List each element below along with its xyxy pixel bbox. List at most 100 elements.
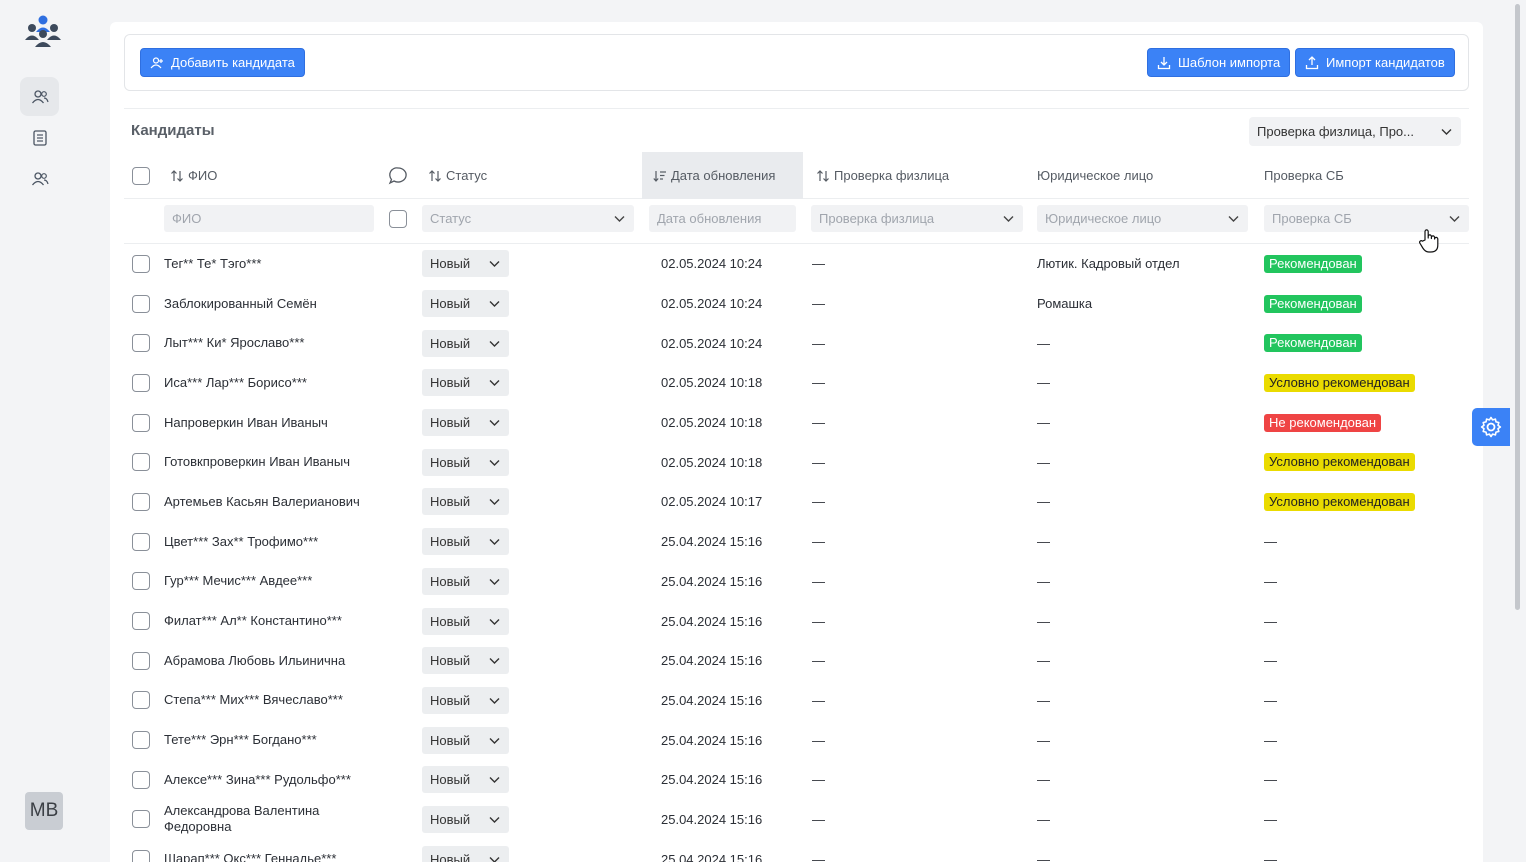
table-row[interactable]: Гур*** Мечис*** Авдее*** Новый 25.04.2024 … [124,562,1469,602]
row-checkbox[interactable] [132,323,150,363]
row-checkbox[interactable] [132,522,150,562]
sb-check-cell: — [1264,681,1277,721]
row-status-select[interactable]: Новый [422,403,509,443]
row-status-select[interactable]: Новый [422,244,509,284]
row-status-value: Новый [430,256,471,272]
header-name[interactable]: ФИО [170,152,217,199]
table-row[interactable]: Филат*** Ал** Константино*** Новый 25.04.2… [124,601,1469,641]
comment-icon[interactable] [388,152,408,199]
candidate-name[interactable]: Тег** Те* Тэго*** [164,244,379,284]
people-group-logo-icon[interactable] [22,14,64,48]
candidate-name[interactable]: Лыт*** Ки* Ярославо*** [164,323,379,363]
table-row[interactable]: Лыт*** Ки* Ярославо*** Новый 02.05.2024 10… [124,323,1469,363]
avatar[interactable]: MB [25,792,63,830]
table-row[interactable]: Тег** Те* Тэго*** Новый 02.05.2024 10:24 — Л… [124,244,1469,284]
table-row[interactable]: Степа*** Мих*** Вячеславо*** Новый 25.04.2… [124,681,1469,721]
row-checkbox[interactable] [132,244,150,284]
nav-documents[interactable] [20,118,59,157]
candidate-name[interactable]: Цвет*** Зах** Трофимо*** [164,522,379,562]
row-status-select[interactable]: Новый [422,720,509,760]
candidate-name[interactable]: Артемьев Касьян Валерианович [164,482,379,522]
row-status-select[interactable]: Новый [422,562,509,602]
row-checkbox[interactable] [132,482,150,522]
candidate-name[interactable]: Напроверкин Иван Иваныч [164,403,379,443]
row-status-select[interactable]: Новый [422,760,509,800]
candidate-name[interactable]: Алексе*** Зина*** Рудольфо*** [164,760,379,800]
table-body: Тег** Те* Тэго*** Новый 02.05.2024 10:24 — Л… [124,244,1469,862]
row-checkbox[interactable] [132,363,150,403]
row-status-select[interactable]: Новый [422,522,509,562]
row-status-select[interactable]: Новый [422,363,509,403]
table-row[interactable]: Иса*** Лар*** Борисо*** Новый 02.05.2024 1… [124,363,1469,403]
table-row[interactable]: Готовкпроверкин Иван Иваныч Новый 02.05.20… [124,442,1469,482]
columns-select[interactable]: Проверка физлица, Про... [1249,117,1461,146]
row-status-select[interactable]: Новый [422,681,509,721]
table-row[interactable]: Абрамова Любовь Ильинична Новый 25.04.2024… [124,641,1469,681]
sb-check-cell: — [1264,522,1277,562]
table-row[interactable]: Алексе*** Зина*** Рудольфо*** Новый 25.04.… [124,760,1469,800]
row-status-select[interactable]: Новый [422,839,509,862]
row-status-select[interactable]: Новый [422,284,509,324]
legal-entity-text: — [1037,732,1050,748]
row-checkbox[interactable] [132,760,150,800]
select-all-checkbox[interactable] [132,152,150,199]
row-checkbox[interactable] [132,641,150,681]
header-sb-check[interactable]: Проверка СБ [1264,152,1344,199]
candidate-name[interactable]: Иса*** Лар*** Борисо*** [164,363,379,403]
import-candidates-button[interactable]: Импорт кандидатов [1295,48,1455,77]
candidate-name[interactable]: Филат*** Ал** Константино*** [164,601,379,641]
status-filter-select[interactable]: Статус [422,205,634,232]
header-legal-entity[interactable]: Юридическое лицо [1037,152,1153,199]
candidate-name[interactable]: Шарап*** Окс*** Геннадье*** [164,839,379,862]
candidate-name[interactable]: Готовкпроверкин Иван Иваныч [164,442,379,482]
row-checkbox[interactable] [132,442,150,482]
header-updated[interactable]: Дата обновления [642,152,803,199]
nav-users[interactable] [20,159,59,198]
table-row[interactable]: Артемьев Касьян Валерианович Новый 02.05.2… [124,482,1469,522]
row-status-select[interactable]: Новый [422,323,509,363]
table-row[interactable]: Александрова Валентина Федоровна Новый 25.… [124,800,1469,840]
name-filter-input[interactable]: ФИО [164,205,374,232]
row-status-select[interactable]: Новый [422,442,509,482]
settings-button[interactable] [1472,408,1510,446]
header-status[interactable]: Статус [428,152,487,199]
row-checkbox[interactable] [132,839,150,862]
updated-filter-input[interactable]: Дата обновления [649,205,796,232]
candidate-name-text: Тете*** Эрн*** Богдано*** [164,732,317,748]
table-row[interactable]: Шарап*** Окс*** Геннадье*** Новый 25.04.20… [124,839,1469,862]
legal-entity-value: — [1037,323,1050,363]
row-status-select[interactable]: Новый [422,800,509,840]
row-checkbox[interactable] [132,720,150,760]
row-status-select[interactable]: Новый [422,482,509,522]
table-row[interactable]: Цвет*** Зах** Трофимо*** Новый 25.04.2024 … [124,522,1469,562]
scrollbar[interactable] [1512,0,1522,610]
row-checkbox[interactable] [132,800,150,840]
row-checkbox[interactable] [132,601,150,641]
person-check-filter-select[interactable]: Проверка физлица [811,205,1023,232]
row-checkbox[interactable] [132,681,150,721]
table-row[interactable]: Напроверкин Иван Иваныч Новый 02.05.2024 1… [124,403,1469,443]
row-checkbox[interactable] [132,403,150,443]
candidate-name[interactable]: Заблокированный Семён [164,284,379,324]
row-checkbox[interactable] [132,562,150,602]
table-row[interactable]: Тете*** Эрн*** Богдано*** Новый 25.04.2024… [124,720,1469,760]
row-status-select[interactable]: Новый [422,601,509,641]
candidate-name[interactable]: Степа*** Мих*** Вячеславо*** [164,681,379,721]
add-candidate-button[interactable]: Добавить кандидата [140,48,305,77]
row-status-value: Новый [430,653,471,669]
legal-entity-filter-select[interactable]: Юридическое лицо [1037,205,1248,232]
comment-filter-checkbox[interactable] [389,210,407,233]
candidate-name[interactable]: Абрамова Любовь Ильинична [164,641,379,681]
header-person-check[interactable]: Проверка физлица [816,152,949,199]
nav-candidates[interactable] [20,77,59,116]
table-row[interactable]: Заблокированный Семён Новый 02.05.2024 10:… [124,284,1469,324]
legal-entity-text: — [1037,494,1050,510]
chevron-down-icon [489,301,500,308]
candidate-name[interactable]: Тете*** Эрн*** Богдано*** [164,720,379,760]
row-checkbox[interactable] [132,284,150,324]
person-check-text: — [812,335,825,351]
candidate-name[interactable]: Гур*** Мечис*** Авдее*** [164,562,379,602]
candidate-name[interactable]: Александрова Валентина Федоровна [164,800,379,840]
row-status-select[interactable]: Новый [422,641,509,681]
import-template-button[interactable]: Шаблон импорта [1147,48,1291,77]
